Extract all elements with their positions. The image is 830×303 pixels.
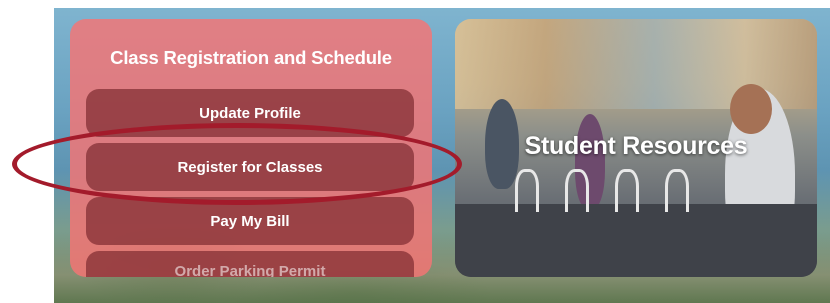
microscope-icon [665, 169, 689, 212]
order-parking-permit-button[interactable]: Order Parking Permit [86, 251, 414, 277]
microscope-icon [615, 169, 639, 212]
student-resources-title: Student Resources [524, 132, 748, 160]
card-title: Class Registration and Schedule [110, 47, 392, 68]
microscope-icon [565, 169, 589, 212]
student-resources-card[interactable]: Student Resources [455, 19, 817, 277]
student-figure-head [730, 84, 772, 134]
microscope-icon [515, 169, 539, 212]
register-for-classes-button[interactable]: Register for Classes [86, 143, 414, 191]
lab-bench [455, 204, 817, 277]
pay-my-bill-button[interactable]: Pay My Bill [86, 197, 414, 245]
class-registration-card: Class Registration and Schedule Update P… [70, 19, 432, 277]
update-profile-button[interactable]: Update Profile [86, 89, 414, 137]
